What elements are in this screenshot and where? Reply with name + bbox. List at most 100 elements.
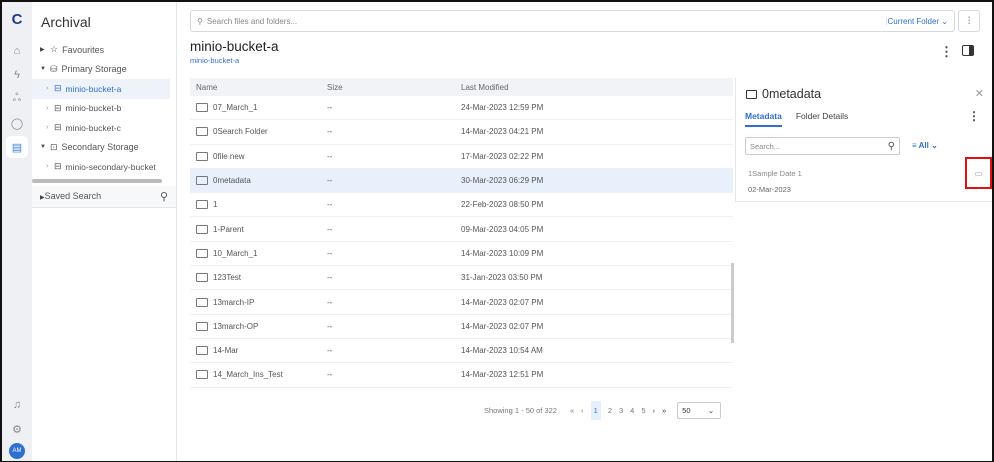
- archive-icon[interactable]: ▤: [6, 136, 28, 158]
- details-title: 0metadata: [762, 87, 822, 101]
- scope-dropdown[interactable]: Current Folder ⌄: [886, 16, 948, 26]
- avatar[interactable]: AM: [9, 443, 25, 459]
- drive-icon: ⊟: [54, 122, 62, 133]
- table-row[interactable]: 10_March_1 -- 14-Mar-2023 10:09 PM: [190, 242, 733, 267]
- network-icon[interactable]: ஃ: [6, 88, 28, 110]
- page-size-select[interactable]: 50 ⌄: [677, 402, 722, 419]
- folder-icon: [196, 200, 208, 210]
- file-modified: 14-Mar-2023 10:54 AM: [461, 346, 543, 356]
- horizontal-scrollbar[interactable]: [32, 178, 162, 183]
- label: minio-bucket-a: [65, 83, 122, 94]
- close-icon[interactable]: ✕: [975, 87, 984, 100]
- locked-folder-icon: [196, 224, 208, 234]
- tree-secondary-storage[interactable]: ▼ ⊡ Secondary Storage: [32, 138, 176, 158]
- tab-metadata[interactable]: Metadata: [745, 111, 782, 127]
- vertical-scrollbar[interactable]: [731, 263, 734, 343]
- table-row[interactable]: 14_March_Ins_Test -- 14-Mar-2023 12:51 PM: [190, 363, 733, 388]
- folder-icon: [196, 103, 208, 113]
- file-name: 0file new: [213, 151, 245, 161]
- file-name: 13march-OP: [213, 321, 259, 331]
- file-size: --: [327, 127, 333, 137]
- file-size: --: [327, 321, 333, 331]
- home-icon[interactable]: ⌂: [6, 40, 28, 62]
- settings-icon[interactable]: ⚙: [6, 418, 28, 440]
- folder-icon: [196, 127, 208, 137]
- sidebar: Archival ▶ ☆ Favourites ▼ ⛁ Primary Storage …: [32, 2, 177, 461]
- circle-icon[interactable]: ◯: [6, 112, 28, 134]
- filter-dropdown[interactable]: ≡ All ⌄: [912, 141, 938, 150]
- breadcrumb[interactable]: minio-bucket-a: [190, 56, 239, 65]
- logo-icon: C: [11, 10, 23, 28]
- file-modified: 14-Mar-2023 02:07 PM: [461, 297, 544, 307]
- last-page-button[interactable]: »: [662, 406, 666, 415]
- saved-search[interactable]: ▶Saved Search ⚲: [32, 185, 176, 208]
- table-row[interactable]: 1-Parent -- 09-Mar-2023 04:05 PM: [190, 217, 733, 242]
- filter-icon: ≡: [912, 141, 917, 150]
- table-row[interactable]: 07_March_1 -- 24-Mar-2023 12:59 PM: [190, 96, 733, 121]
- page-1[interactable]: 1: [590, 401, 601, 420]
- first-page-button[interactable]: «: [570, 406, 574, 415]
- metadata-search-input[interactable]: Search... ⚲: [745, 137, 900, 155]
- file-size: --: [327, 370, 333, 380]
- folder-icon: [196, 273, 208, 283]
- label: minio-bucket-b: [65, 103, 122, 114]
- col-name[interactable]: Name: [190, 83, 327, 92]
- page-3[interactable]: 3: [619, 406, 623, 415]
- folder-icon: [196, 151, 208, 161]
- tree-bucket-c[interactable]: › ⊟ minio-bucket-c: [32, 118, 176, 138]
- lightning-icon[interactable]: ϟ: [6, 64, 28, 86]
- folder-icon: [746, 89, 757, 99]
- star-icon: ☆: [50, 44, 59, 55]
- drive-icon: ⊟: [54, 161, 62, 172]
- next-page-button[interactable]: ›: [653, 406, 656, 415]
- metadata-field-label: 1Sample Date 1: [748, 169, 802, 178]
- tree-primary-storage[interactable]: ▼ ⛁ Primary Storage: [32, 60, 176, 80]
- tree-secondary-bucket[interactable]: › ⊟ minio-secondary-bucket: [32, 157, 176, 177]
- table-row[interactable]: 13march-IP -- 14-Mar-2023 02:07 PM: [190, 290, 733, 315]
- table-row[interactable]: 13march-OP -- 14-Mar-2023 02:07 PM: [190, 315, 733, 339]
- label: Primary Storage: [61, 64, 127, 75]
- table-header: Name Size Last Modified: [190, 78, 733, 96]
- tree-bucket-a[interactable]: › ⊟ minio-bucket-a: [32, 79, 170, 99]
- file-size: --: [327, 224, 333, 234]
- file-name: 13march-IP: [213, 297, 255, 307]
- col-size[interactable]: Size: [327, 83, 461, 92]
- tab-folder-details[interactable]: Folder Details: [796, 111, 848, 127]
- search-icon[interactable]: ⚲: [160, 190, 168, 203]
- file-modified: 22-Feb-2023 08:50 PM: [461, 200, 544, 210]
- col-modified[interactable]: Last Modified: [461, 83, 733, 92]
- table-row[interactable]: 123Test -- 31-Jan-2023 03:50 PM: [190, 266, 733, 291]
- folder-icon: [196, 297, 208, 307]
- table-row[interactable]: 0file new -- 17-Mar-2023 02:22 PM: [190, 145, 733, 169]
- file-modified: 17-Mar-2023 02:22 PM: [461, 151, 544, 161]
- toggle-panel-icon[interactable]: [962, 45, 974, 56]
- file-name: 0metadata: [213, 176, 251, 186]
- details-more-icon[interactable]: ⋮: [968, 109, 980, 123]
- page-4[interactable]: 4: [630, 406, 634, 415]
- folder-icon: [196, 346, 208, 356]
- folder-icon: [196, 176, 208, 186]
- table-row[interactable]: 0metadata -- 30-Mar-2023 06:29 PM: [190, 168, 733, 194]
- bell-icon[interactable]: ♫: [6, 394, 28, 416]
- file-modified: 14-Mar-2023 04:21 PM: [461, 127, 544, 137]
- file-size: --: [327, 200, 333, 210]
- table-row[interactable]: 1 -- 22-Feb-2023 08:50 PM: [190, 193, 733, 218]
- more-options-icon[interactable]: ⋮: [940, 44, 953, 60]
- tree-bucket-b[interactable]: › ⊟ minio-bucket-b: [32, 99, 176, 119]
- label: Favourites: [62, 44, 105, 55]
- page-2[interactable]: 2: [608, 406, 612, 415]
- table-row[interactable]: 14-Mar -- 14-Mar-2023 10:54 AM: [190, 339, 733, 364]
- showing-text: Showing 1 - 50 of 322: [484, 406, 557, 415]
- prev-page-button[interactable]: ‹: [581, 406, 584, 415]
- search-placeholder: Search files and folders...: [206, 16, 298, 26]
- folder-icon: [196, 248, 208, 258]
- tree-favourites[interactable]: ▶ ☆ Favourites: [32, 40, 176, 60]
- search-input[interactable]: ⚲ Search files and folders... Current Fold…: [190, 10, 955, 32]
- table-row[interactable]: 0Search Folder -- 14-Mar-2023 04:21 PM: [190, 120, 733, 145]
- page-5[interactable]: 5: [641, 406, 645, 415]
- file-name: 14_March_Ins_Test: [213, 370, 283, 380]
- calendar-icon[interactable]: ▭: [965, 157, 992, 189]
- filter-settings-button[interactable]: ⫶: [958, 10, 980, 32]
- app-title: Archival: [41, 14, 91, 30]
- file-modified: 24-Mar-2023 12:59 PM: [461, 103, 544, 113]
